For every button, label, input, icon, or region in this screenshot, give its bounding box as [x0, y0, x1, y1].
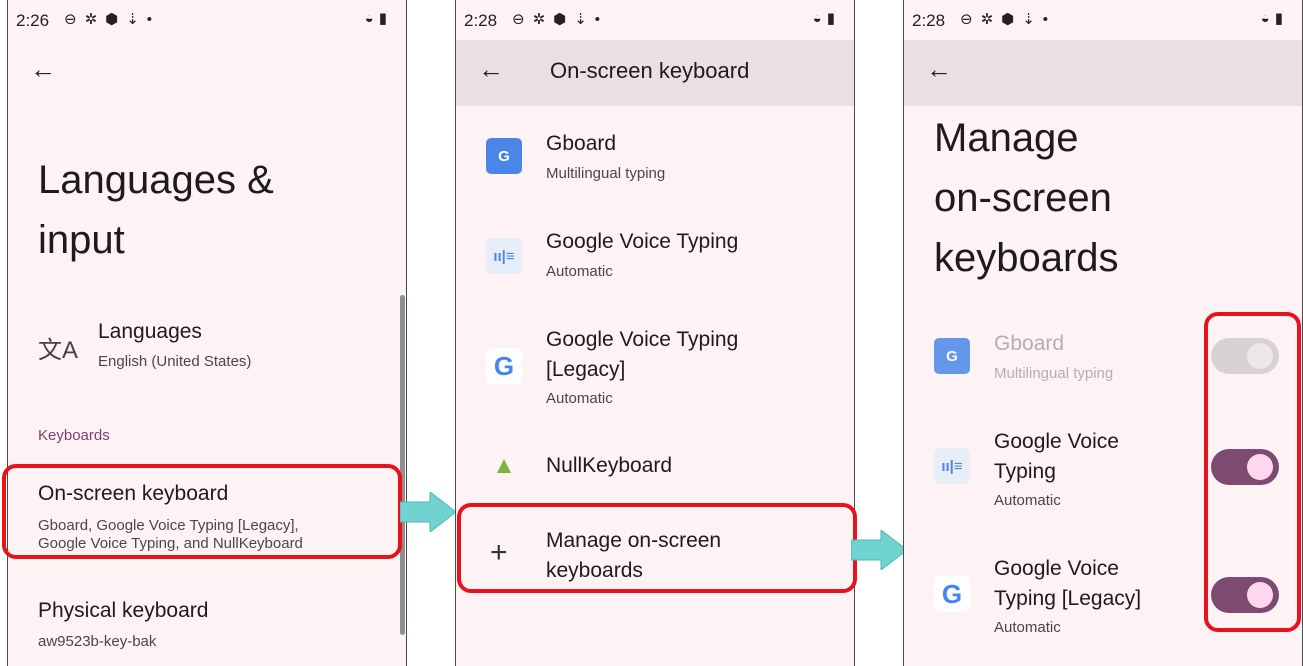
screen-languages-input: 2:26 ⊖✲⬢⇣• ◒▮ ← Languages & input 文A Lan…	[7, 0, 407, 666]
status-right-icons: ◒▮	[812, 10, 840, 27]
status-time: 2:26	[16, 11, 50, 30]
google-voice-typing-subtitle: Automatic	[546, 263, 613, 280]
status-icons: ⊖✲⬢⇣•	[512, 11, 609, 28]
status-right-icons: ◒▮	[1260, 10, 1288, 27]
legacy-title-line1: Google Voice Typing	[546, 328, 739, 351]
legacy-title-line2: Typing [Legacy]	[994, 587, 1142, 610]
google-voice-typing-title: Google Voice Typing	[546, 230, 739, 253]
gboard-subtitle: Multilingual typing	[546, 165, 666, 182]
legacy-title-line2: [Legacy]	[546, 358, 626, 381]
status-right-icons: ◒▮	[364, 10, 392, 27]
gvt-title-line2: Typing	[994, 460, 1056, 483]
back-arrow-icon[interactable]: ←	[926, 54, 952, 85]
legacy-subtitle: Automatic	[994, 619, 1061, 636]
status-bar: 2:28 ⊖✲⬢⇣• ◒▮	[456, 0, 854, 40]
highlight-box-toggles	[1204, 312, 1301, 632]
gboard-icon: G	[486, 138, 522, 174]
right-arrow-icon	[851, 530, 907, 570]
legacy-title-line1: Google Voice	[994, 557, 1119, 580]
status-time: 2:28	[464, 11, 498, 30]
status-bar: 2:26 ⊖✲⬢⇣• ◒▮	[8, 0, 406, 40]
physical-keyboard-subtitle: aw9523b-key-bak	[38, 633, 157, 650]
status-time: 2:28	[912, 11, 946, 30]
page-title-line2: on-screen	[934, 176, 1112, 220]
back-arrow-icon[interactable]: ←	[478, 54, 504, 85]
gboard-title: Gboard	[994, 332, 1065, 355]
languages-subtitle: English (United States)	[98, 353, 252, 370]
right-arrow-icon	[400, 492, 456, 532]
app-bar-title: On-screen keyboard	[550, 58, 750, 83]
gboard-icon: G	[934, 338, 970, 374]
highlight-box-manage	[457, 503, 857, 593]
page-title-line3: keyboards	[934, 236, 1119, 280]
translate-icon: 文A	[38, 337, 79, 364]
google-g-icon: G	[934, 576, 970, 612]
scrollbar[interactable]	[400, 295, 405, 635]
android-icon: ▲	[492, 452, 516, 479]
voice-typing-icon: ıı|≡	[486, 238, 522, 274]
google-g-icon: G	[486, 348, 522, 384]
gvt-title-line1: Google Voice	[994, 430, 1119, 453]
languages-title: Languages	[98, 320, 202, 343]
physical-keyboard-title: Physical keyboard	[38, 599, 209, 622]
legacy-subtitle: Automatic	[546, 390, 613, 407]
keyboards-section-header: Keyboards	[38, 427, 110, 444]
status-icons: ⊖✲⬢⇣•	[960, 11, 1057, 28]
voice-typing-icon: ıı|≡	[934, 448, 970, 484]
app-bar: ← On-screen keyboard	[456, 40, 854, 106]
app-bar: ←	[904, 40, 1302, 106]
gvt-subtitle: Automatic	[994, 492, 1061, 509]
nullkeyboard-title: NullKeyboard	[546, 454, 673, 477]
back-arrow-icon[interactable]: ←	[30, 54, 56, 85]
page-title-line1: Manage	[934, 116, 1079, 160]
app-bar: ←	[8, 40, 406, 106]
status-icons: ⊖✲⬢⇣•	[64, 11, 161, 28]
gboard-subtitle: Multilingual typing	[994, 365, 1114, 382]
highlight-box-onscreen-keyboard	[2, 464, 402, 559]
status-bar: 2:28 ⊖✲⬢⇣• ◒▮	[904, 0, 1302, 40]
page-title-line1: Languages &	[38, 158, 274, 202]
page-title-line2: input	[38, 218, 125, 262]
gboard-title: Gboard	[546, 132, 617, 155]
